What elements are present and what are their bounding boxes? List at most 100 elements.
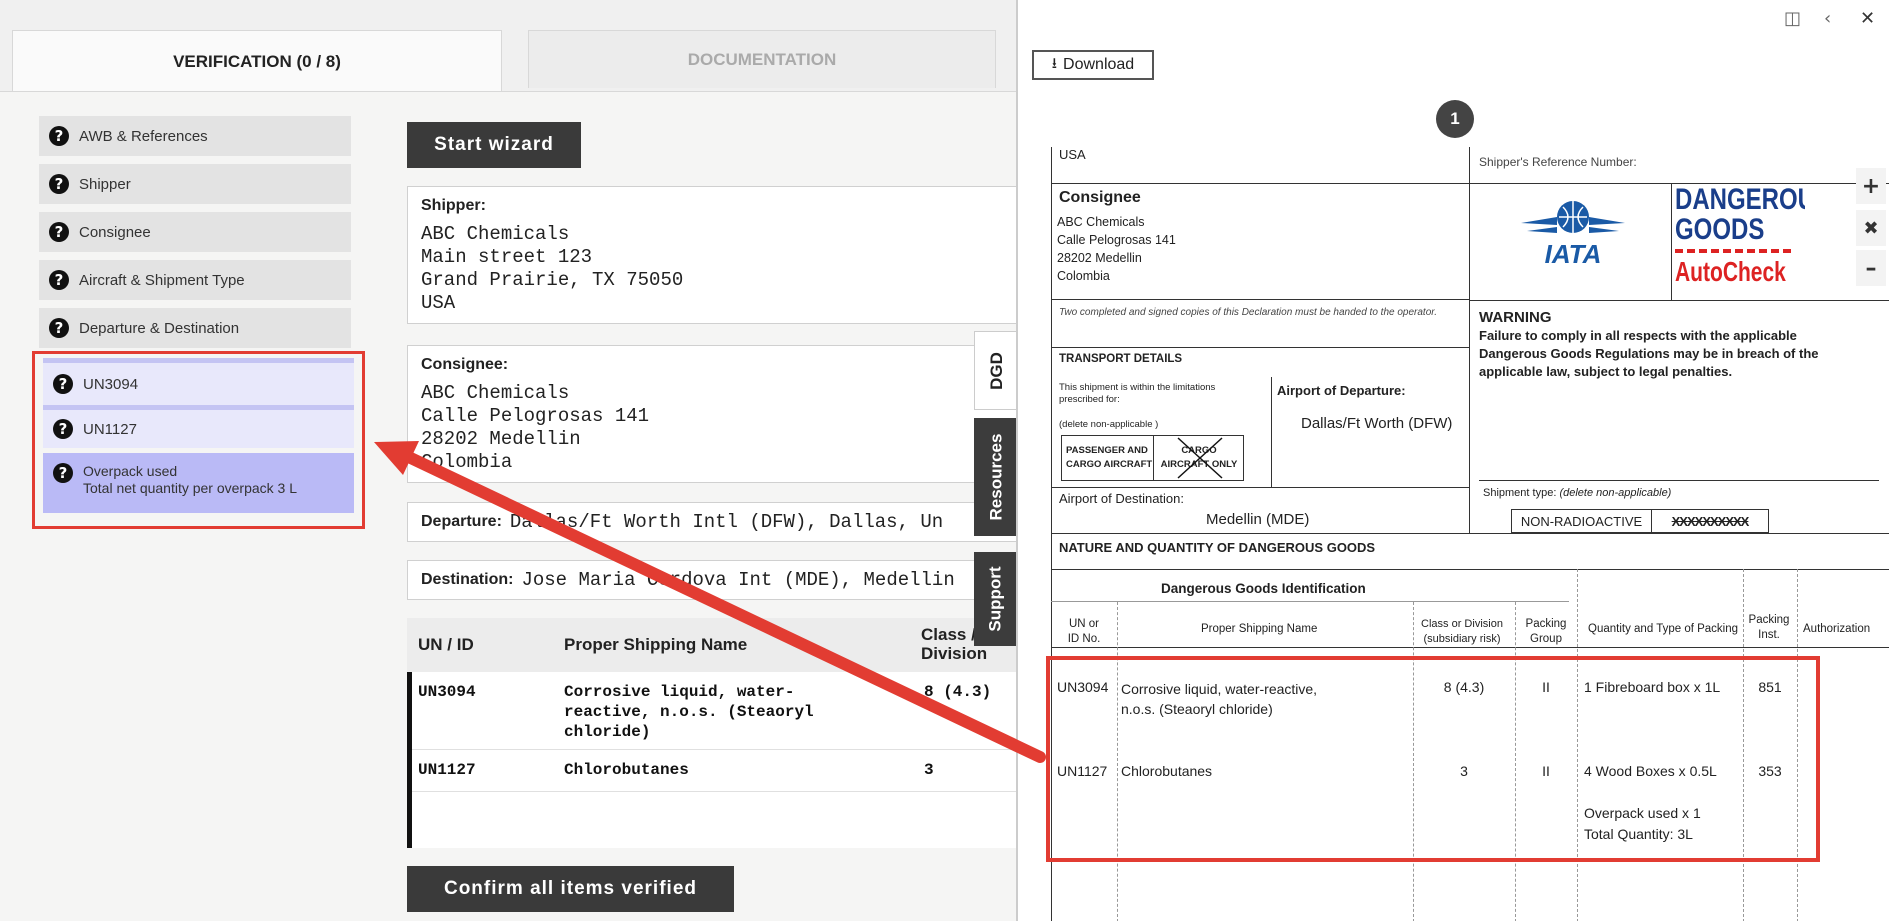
consignee-label: Consignee: bbox=[421, 356, 509, 373]
row-psn-line: Corrosive liquid, water- bbox=[564, 683, 795, 701]
nav-item-un3094[interactable]: ? UN3094 bbox=[43, 358, 354, 405]
nav-item-overpack[interactable]: ? Overpack used Total net quantity per o… bbox=[43, 453, 354, 513]
row-psn-line: reactive, n.o.s. (Steaoryl bbox=[564, 703, 814, 721]
destination-value: Jose Maria Cordova Int (MDE), Medellin bbox=[521, 568, 955, 591]
doc-delete-note: (delete non-applicable ) bbox=[1059, 419, 1159, 430]
doc-col-pi-line: Inst. bbox=[1758, 629, 1780, 641]
doc-col-class-line: (subsidiary risk) bbox=[1423, 633, 1501, 645]
shipper-box: Shipper: ABC Chemicals Main street 123 G… bbox=[407, 186, 1018, 324]
consignee-line: Colombia bbox=[421, 451, 513, 473]
doc-limits-line: prescribed for: bbox=[1059, 394, 1120, 405]
row-un: UN3094 bbox=[418, 683, 476, 701]
doc-shipment-type: Shipment type: (delete non-applicable) bbox=[1483, 487, 1671, 499]
download-button[interactable]: ⭳ Download bbox=[1032, 50, 1154, 80]
nav-item-awb-references[interactable]: ? AWB & References bbox=[39, 116, 351, 156]
nav-item-shipper[interactable]: ? Shipper bbox=[39, 164, 351, 204]
chevron-left-icon[interactable]: ‹ bbox=[1824, 8, 1831, 29]
doc-col-un-line: UN or bbox=[1068, 618, 1100, 630]
nav-item-consignee[interactable]: ? Consignee bbox=[39, 212, 351, 252]
doc-col-authorization: Authorization bbox=[1803, 623, 1871, 635]
document-rows-highlight bbox=[1046, 656, 1820, 862]
doc-col-class-line: Class or Division bbox=[1421, 618, 1503, 630]
items-table: UN / ID Proper Shipping Name Class / Div… bbox=[407, 618, 1018, 848]
tab-documentation[interactable]: DOCUMENTATION bbox=[528, 30, 996, 88]
row-psn-line: chloride) bbox=[564, 723, 651, 741]
side-tab-label: Support bbox=[986, 566, 1005, 632]
shipper-line: USA bbox=[421, 292, 456, 314]
zoom-in-icon[interactable]: + bbox=[1856, 168, 1886, 204]
nav-item-departure-destination[interactable]: ? Departure & Destination bbox=[39, 308, 351, 348]
iata-logo: IATA bbox=[1519, 193, 1627, 271]
question-icon: ? bbox=[49, 126, 69, 146]
nav-item-label: Departure & Destination bbox=[79, 319, 240, 337]
tab-verification[interactable]: VERIFICATION (0 / 8) bbox=[12, 30, 502, 92]
row-psn: Corrosive liquid, water- reactive, n.o.s… bbox=[564, 682, 814, 742]
doc-warning-title: WARNING bbox=[1479, 309, 1552, 326]
doc-airport-departure: Dallas/Ft Worth (DFW) bbox=[1301, 415, 1453, 432]
reset-zoom-icon[interactable]: ✖ bbox=[1856, 210, 1886, 246]
table-row[interactable]: UN3094 Corrosive liquid, water- reactive… bbox=[412, 672, 1018, 750]
doc-passenger-cargo: PASSENGER AND CARGO AIRCRAFT bbox=[1062, 436, 1154, 480]
doc-col-pg-line: Group bbox=[1530, 633, 1562, 645]
question-icon: ? bbox=[49, 222, 69, 242]
shipper-line: Grand Prairie, TX 75050 bbox=[421, 269, 684, 291]
nav-item-label: Shipper bbox=[79, 175, 131, 193]
doc-transport-title: TRANSPORT DETAILS bbox=[1059, 353, 1183, 365]
row-class: 8 (4.3) bbox=[924, 683, 992, 701]
verification-app: VERIFICATION (0 / 8) DOCUMENTATION ? AWB… bbox=[0, 0, 1018, 921]
doc-warning-line: Failure to comply in all respects with t… bbox=[1479, 328, 1797, 343]
zoom-out-icon[interactable]: – bbox=[1856, 250, 1886, 286]
overpack-quantity: Total net quantity per overpack 3 L bbox=[83, 480, 298, 496]
consignee-box: Consignee: ABC Chemicals Calle Pelogrosa… bbox=[407, 345, 1018, 483]
doc-aircraft-box: PASSENGER AND CARGO AIRCRAFT CARGO AIRCR… bbox=[1061, 435, 1244, 481]
doc-col-class: Class or Division (subsidiary risk) bbox=[1411, 617, 1513, 647]
side-tab-support[interactable]: Support bbox=[974, 552, 1018, 646]
destination-box: Destination: Jose Maria Cordova Int (MDE… bbox=[407, 560, 1018, 600]
doc-consignee-line: 28202 Medellin bbox=[1057, 251, 1142, 265]
doc-col-psn: Proper Shipping Name bbox=[1201, 623, 1318, 635]
doc-airport-departure-label: Airport of Departure: bbox=[1277, 383, 1406, 398]
doc-shipment-type-note: (delete non-applicable) bbox=[1559, 487, 1672, 499]
doc-radioactivity-box: NON-RADIOACTIVE XXXXXXXXXX bbox=[1511, 509, 1769, 533]
nav-item-label: Consignee bbox=[79, 223, 151, 241]
side-tab-dgd[interactable]: DGD bbox=[974, 331, 1018, 410]
dg-logo-line1: DANGEROUS bbox=[1675, 185, 1805, 216]
doc-consignee-line: Colombia bbox=[1057, 269, 1110, 283]
nav-item-aircraft-shipment-type[interactable]: ? Aircraft & Shipment Type bbox=[39, 260, 351, 300]
nav-item-un1127[interactable]: ? UN1127 bbox=[43, 405, 354, 448]
table-row[interactable]: UN1127 Chlorobutanes 3 bbox=[412, 750, 1018, 792]
start-wizard-button[interactable]: Start wizard bbox=[407, 122, 581, 168]
split-view-icon[interactable]: ◫ bbox=[1784, 8, 1801, 29]
doc-airport-destination-label: Airport of Destination: bbox=[1059, 491, 1185, 506]
doc-col-packing-group: Packing Group bbox=[1515, 617, 1577, 647]
doc-col-packing-inst: Packing Inst. bbox=[1743, 613, 1795, 643]
doc-airport-destination: Medellin (MDE) bbox=[1206, 511, 1310, 528]
question-icon: ? bbox=[49, 174, 69, 194]
dg-autocheck-logo: DANGEROUS GOODS AutoCheck bbox=[1675, 185, 1805, 297]
doc-nature-title: NATURE AND QUANTITY OF DANGEROUS GOODS bbox=[1059, 540, 1376, 555]
doc-col-pi-line: Packing bbox=[1748, 614, 1790, 626]
doc-col-un: UN or ID No. bbox=[1051, 617, 1117, 647]
doc-col-quantity: Quantity and Type of Packing bbox=[1588, 623, 1739, 635]
doc-consignee-address: ABC Chemicals Calle Pelogrosas 141 28202… bbox=[1057, 213, 1176, 285]
confirm-all-verified-button[interactable]: Confirm all items verified bbox=[407, 866, 734, 912]
doc-warning-line: Dangerous Goods Regulations may be in br… bbox=[1479, 346, 1819, 361]
destination-label: Destination: bbox=[421, 571, 514, 588]
side-tab-resources[interactable]: Resources bbox=[974, 418, 1018, 536]
question-icon: ? bbox=[53, 419, 73, 439]
items-table-header: UN / ID Proper Shipping Name Class / Div… bbox=[407, 618, 1018, 672]
doc-col-un-line: ID No. bbox=[1067, 633, 1101, 645]
nav-item-label: AWB & References bbox=[79, 127, 208, 145]
overpack-title: Overpack used bbox=[83, 463, 178, 479]
shipper-label: Shipper: bbox=[421, 197, 486, 214]
doc-radioactive-struck: XXXXXXXXXX bbox=[1671, 513, 1750, 529]
close-icon[interactable]: ✕ bbox=[1860, 8, 1875, 29]
doc-consignee-line: ABC Chemicals bbox=[1057, 215, 1145, 229]
doc-limits-text: This shipment is within the limitations … bbox=[1059, 382, 1215, 406]
side-tab-label: Resources bbox=[986, 433, 1005, 521]
consignee-line: ABC Chemicals bbox=[421, 382, 570, 404]
nav-item-label: UN3094 bbox=[83, 375, 139, 393]
doc-shipper-ref-label: Shipper's Reference Number: bbox=[1479, 155, 1637, 169]
doc-col-pg-line: Packing bbox=[1525, 618, 1567, 630]
column-header-un: UN / ID bbox=[418, 635, 474, 654]
